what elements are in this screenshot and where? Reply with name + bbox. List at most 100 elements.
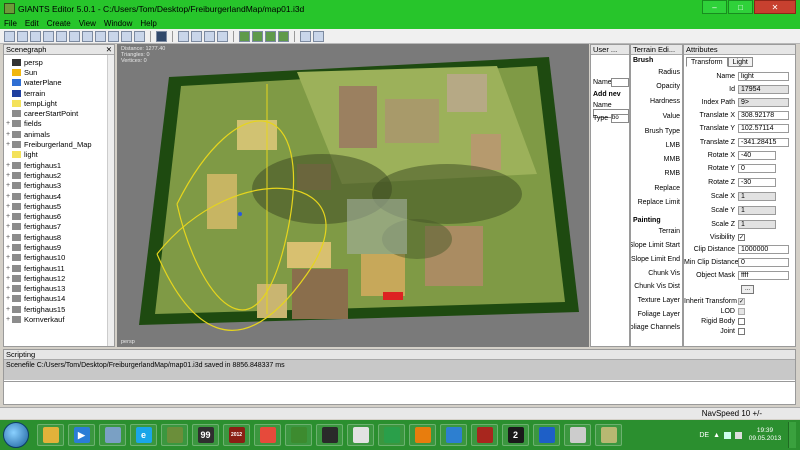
network-tray-icon[interactable] [724,431,731,439]
expand-icon[interactable]: + [4,213,12,220]
expand-icon[interactable]: + [4,285,12,292]
expand-icon[interactable]: + [4,254,12,261]
play-icon[interactable] [156,30,167,42]
3d-viewport[interactable]: Distance: 1277.40 Triangles: 0 Vertices:… [117,44,589,347]
scenegraph-node[interactable]: + fertighaus2 [4,170,114,180]
scenegraph-node[interactable]: + fertighaus7 [4,222,114,232]
foliage-paint-icon[interactable] [265,30,276,42]
scenegraph-node[interactable]: + fertighaus1 [4,160,114,170]
scenegraph-node[interactable]: + fertighaus13 [4,284,114,294]
expand-icon[interactable]: + [4,162,12,169]
expand-icon[interactable]: + [4,316,12,323]
attribute-value-field[interactable]: 102.57114 [738,124,789,133]
taskbar-app-button[interactable]: e [130,424,157,446]
taskbar-app-button[interactable] [564,424,591,446]
panel-close-icon[interactable]: ✕ [106,45,112,54]
scenegraph-node[interactable]: + fertighaus4 [4,191,114,201]
attribute-value-field[interactable]: 0 [738,164,776,173]
save-icon[interactable] [30,30,41,42]
scenegraph-node[interactable]: persp [4,57,114,67]
export-icon[interactable] [56,30,67,42]
clip-distance-input[interactable]: 1000000 [738,245,789,254]
tab-light[interactable]: Light [727,57,753,67]
import-icon[interactable] [43,30,54,42]
scenegraph-node[interactable]: + Freiburgerland_Map [4,139,114,149]
scenegraph-node[interactable]: + fertighaus11 [4,263,114,273]
redo-icon[interactable] [121,30,132,42]
menu-edit[interactable]: Edit [25,19,39,28]
terrain-smooth-icon[interactable] [278,30,289,42]
expand-icon[interactable]: + [4,275,12,282]
volume-icon[interactable] [735,431,742,439]
expand-icon[interactable]: + [4,182,12,189]
expand-icon[interactable]: + [4,295,12,302]
attribute-value-field[interactable]: -341.28415 [738,138,789,147]
cut-icon[interactable] [69,30,80,42]
scenegraph-scrollbar[interactable] [107,55,114,346]
scenegraph-node[interactable]: tempLight [4,98,114,108]
open-file-icon[interactable] [17,30,28,42]
taskbar-app-button[interactable] [254,424,281,446]
expand-icon[interactable]: + [4,203,12,210]
scenegraph-node[interactable]: + fertighaus15 [4,304,114,314]
attribute-value-field[interactable]: -30 [738,178,776,187]
rigid-body-checkbox[interactable] [738,318,745,325]
taskbar-app-button[interactable]: 2012 [223,424,250,446]
language-indicator[interactable]: DE [699,432,709,439]
undo-icon[interactable] [108,30,119,42]
scale-icon[interactable] [217,30,228,42]
menu-help[interactable]: Help [140,19,156,28]
scenegraph-node[interactable]: + fertighaus14 [4,294,114,304]
taskbar-app-button[interactable] [99,424,126,446]
snap-icon[interactable] [300,30,311,42]
terrain-sculpt-icon[interactable] [239,30,250,42]
menu-file[interactable]: File [4,19,17,28]
scenegraph-node[interactable]: Sun [4,67,114,77]
taskbar-app-button[interactable] [37,424,64,446]
expand-icon[interactable]: + [4,244,12,251]
object-mask-edit-button[interactable]: ... [741,285,754,294]
delete-icon[interactable] [134,30,145,42]
close-button[interactable]: ✕ [754,0,796,14]
menu-create[interactable]: Create [47,19,71,28]
taskbar-app-button[interactable] [161,424,188,446]
taskbar-app-button[interactable] [440,424,467,446]
joint-checkbox[interactable] [738,328,745,335]
grid-icon[interactable] [313,30,324,42]
type-select[interactable]: bo [611,114,629,123]
scenegraph-node[interactable]: + fertighaus5 [4,201,114,211]
min-clip-distance-input[interactable]: 0 [738,258,789,267]
show-desktop-button[interactable] [788,422,796,448]
taskbar-app-button[interactable]: 99 [192,424,219,446]
expand-icon[interactable]: + [4,172,12,179]
taskbar-app-button[interactable] [378,424,405,446]
expand-icon[interactable]: + [4,120,12,127]
scenegraph-node[interactable]: + fertighaus8 [4,232,114,242]
tray-arrow-icon[interactable]: ▲ [713,432,720,439]
taskbar-app-button[interactable] [471,424,498,446]
taskbar-app-button[interactable] [285,424,312,446]
select-mode-icon[interactable] [178,30,189,42]
maximize-button[interactable]: □ [728,0,753,14]
move-icon[interactable] [191,30,202,42]
scenegraph-node[interactable]: + fertighaus9 [4,242,114,252]
scenegraph-node[interactable]: + animals [4,129,114,139]
scenegraph-node[interactable]: light [4,150,114,160]
expand-icon[interactable]: + [4,265,12,272]
rotate-icon[interactable] [204,30,215,42]
copy-icon[interactable] [82,30,93,42]
taskbar-app-button[interactable] [347,424,374,446]
taskbar-app-button[interactable] [316,424,343,446]
scenegraph-node[interactable]: + fertighaus10 [4,253,114,263]
script-input[interactable] [4,381,795,404]
scenegraph-node[interactable]: terrain [4,88,114,98]
scenegraph-node[interactable]: waterPlane [4,78,114,88]
expand-icon[interactable]: + [4,131,12,138]
expand-icon[interactable]: + [4,306,12,313]
scenegraph-node[interactable]: + fertighaus3 [4,181,114,191]
scenegraph-node[interactable]: + Kornverkauf [4,314,114,324]
attribute-value-field[interactable]: light [738,72,789,81]
scenegraph-node[interactable]: + fertighaus12 [4,273,114,283]
taskbar-app-button[interactable] [409,424,436,446]
taskbar-app-button[interactable] [533,424,560,446]
